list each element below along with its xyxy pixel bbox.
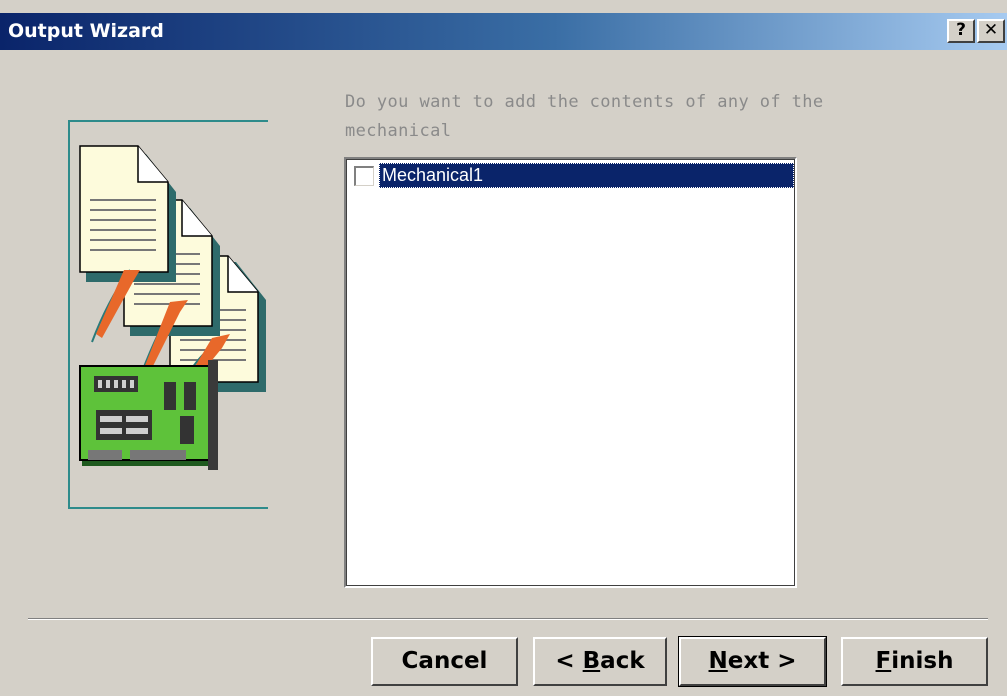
back-button-prefix: < <box>555 648 583 674</box>
next-button-mnemonic: N <box>708 648 728 674</box>
prompt-line-2: mechanical <box>345 121 452 141</box>
wizard-illustration <box>68 120 268 509</box>
mechanical-layers-list[interactable]: Mechanical1 <box>344 157 797 588</box>
finish-button-rest: inish <box>891 648 954 674</box>
mechanical1-checkbox[interactable] <box>354 166 374 186</box>
prompt-text: Do you want to add the contents of any o… <box>345 88 945 146</box>
window-title: Output Wizard <box>8 20 164 42</box>
back-button[interactable]: < Back <box>533 637 667 686</box>
help-button[interactable]: ? <box>947 19 975 43</box>
finish-button-mnemonic: F <box>875 648 892 674</box>
list-item[interactable]: Mechanical1 <box>351 163 794 188</box>
cancel-button[interactable]: Cancel <box>371 637 518 686</box>
cancel-button-label: Cancel <box>401 648 488 674</box>
next-button-rest: ext > <box>727 648 797 674</box>
back-button-rest: ack <box>600 648 645 674</box>
documents-from-circuit-board-icon <box>68 120 268 509</box>
back-button-mnemonic: B <box>582 648 601 674</box>
prompt-line-1: Do you want to add the contents of any o… <box>345 92 824 112</box>
button-separator <box>28 618 988 620</box>
close-icon: ✕ <box>983 20 999 40</box>
finish-button[interactable]: Finish <box>841 637 988 686</box>
list-item-label[interactable]: Mechanical1 <box>379 163 794 188</box>
next-button[interactable]: Next > <box>678 636 827 687</box>
close-button[interactable]: ✕ <box>977 19 1005 43</box>
title-bar[interactable]: Output Wizard ? ✕ <box>0 13 1007 50</box>
